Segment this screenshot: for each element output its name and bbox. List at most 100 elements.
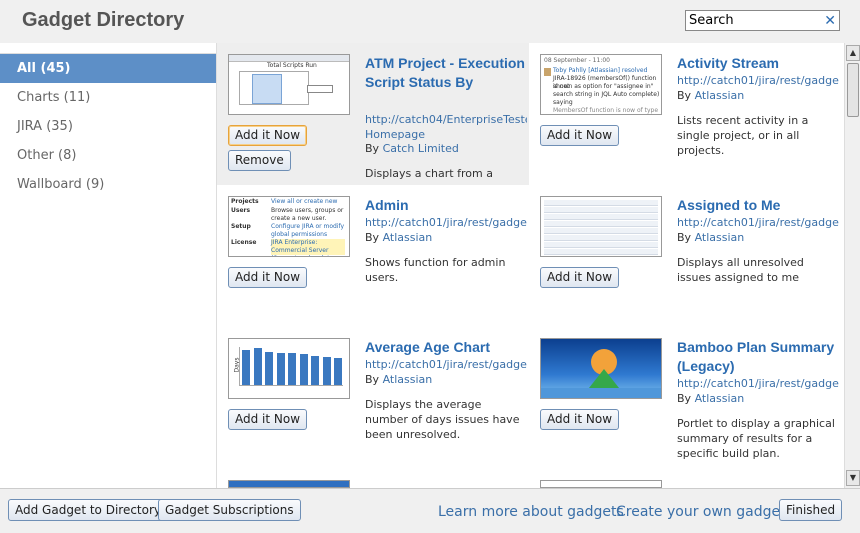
gadget-thumbnail: Days bbox=[228, 338, 350, 399]
gadget-thumbnail-partial bbox=[228, 480, 350, 488]
thumb-titlebar bbox=[229, 55, 349, 62]
thumb-bar bbox=[265, 351, 274, 385]
scrollbar-thumb[interactable] bbox=[847, 63, 859, 117]
add-it-now-button[interactable]: Add it Now bbox=[228, 125, 308, 146]
gadget-author-link[interactable]: Atlassian bbox=[695, 89, 745, 102]
gadget-item-admin: Projects View all or create new Users Brow… bbox=[217, 185, 529, 327]
thumb-bar bbox=[334, 358, 343, 385]
thumb-row bbox=[544, 200, 658, 206]
gadget-name[interactable]: Admin bbox=[365, 196, 525, 215]
thumb-row bbox=[544, 221, 658, 227]
thumb-row: Users Browse users, groups or create a ne… bbox=[231, 207, 347, 223]
add-it-now-button[interactable]: Add it Now bbox=[540, 267, 620, 288]
dialog-header: Gadget Directory ✕ bbox=[0, 0, 860, 43]
thumb-chart-bar bbox=[252, 74, 282, 104]
category-all[interactable]: All (45) bbox=[0, 54, 216, 83]
thumb-date: 08 September - 11:00 bbox=[544, 57, 610, 64]
category-wallboard[interactable]: Wallboard (9) bbox=[0, 170, 216, 199]
category-sidebar: All (45) Charts (11) JIRA (35) Other (8)… bbox=[0, 53, 216, 488]
gadget-description: Portlet to display a graphical summary o… bbox=[677, 417, 835, 460]
thumb-line: MembersOf function is now of type bbox=[553, 107, 659, 114]
gadget-name[interactable]: Activity Stream bbox=[677, 54, 837, 73]
gadget-author-prefix: By bbox=[677, 231, 692, 244]
gadget-url[interactable]: http://catch01/jira/rest/gadgets/1. bbox=[365, 215, 527, 230]
create-own-gadget-link[interactable]: Create your own gadget bbox=[616, 503, 786, 521]
gadget-author-prefix: By bbox=[677, 89, 692, 102]
thumb-key: Setup bbox=[231, 223, 251, 230]
gadget-description: Displays the average number of days issu… bbox=[365, 398, 520, 441]
gadget-author-prefix: By bbox=[365, 373, 380, 386]
thumb-bar bbox=[288, 353, 297, 385]
gadget-name[interactable]: ATM Project - Execution Script Status By bbox=[365, 54, 525, 92]
search-box[interactable]: ✕ bbox=[685, 10, 840, 31]
thumb-value: Configure JIRA or modify global permissi… bbox=[271, 223, 345, 238]
add-it-now-button[interactable]: Add it Now bbox=[228, 267, 308, 288]
gadget-author-link[interactable]: Atlassian bbox=[695, 392, 745, 405]
thumb-ground bbox=[541, 388, 661, 398]
gadget-url[interactable]: http://catch01/jira/rest/gadgets/1. bbox=[677, 73, 839, 88]
thumb-bar bbox=[299, 354, 308, 385]
gadget-url[interactable]: http://catch01/jira/rest/gadgets/1. bbox=[365, 357, 527, 372]
thumb-admin-table: Projects View all or create new Users Brow… bbox=[231, 198, 347, 256]
gadget-list: Total Scripts Run ATM Project - Executio… bbox=[216, 43, 844, 488]
gadget-author-prefix: By bbox=[677, 392, 692, 405]
gadget-name[interactable]: Assigned to Me bbox=[677, 196, 837, 215]
avatar bbox=[544, 68, 551, 76]
gadget-thumbnail: 08 September - 11:00 Toby Pahlly [Atlass… bbox=[540, 54, 662, 115]
gadget-url-cont[interactable]: Homepage bbox=[365, 127, 527, 142]
gadget-name[interactable]: Bamboo Plan Summary (Legacy) bbox=[677, 338, 837, 376]
gadget-author: By Atlassian bbox=[677, 88, 744, 103]
thumb-row: License JIRA Enterprise: Commercial Serve… bbox=[231, 239, 347, 256]
finished-button[interactable]: Finished bbox=[779, 499, 843, 521]
add-it-now-button[interactable]: Add it Now bbox=[228, 409, 308, 430]
search-input[interactable] bbox=[689, 12, 821, 29]
gadget-author-prefix: By bbox=[365, 231, 380, 244]
thumb-bar bbox=[276, 353, 285, 385]
gadget-thumbnail: Projects View all or create new Users Brow… bbox=[228, 196, 350, 257]
thumb-line: search string in JQL Auto complete) bbox=[553, 91, 660, 98]
thumb-line: saying bbox=[553, 99, 573, 106]
vertical-scrollbar[interactable]: ▲ ▼ bbox=[844, 43, 860, 488]
gadget-author: By Atlassian bbox=[677, 230, 744, 245]
learn-more-link[interactable]: Learn more about gadgets bbox=[438, 503, 624, 521]
add-it-now-button[interactable]: Add it Now bbox=[540, 409, 620, 430]
gadget-author-link[interactable]: Atlassian bbox=[383, 373, 433, 386]
thumb-key: Users bbox=[231, 207, 251, 214]
gadget-item-atm-project: Total Scripts Run ATM Project - Executio… bbox=[217, 43, 529, 185]
thumb-row bbox=[544, 228, 658, 234]
add-it-now-button[interactable]: Add it Now bbox=[540, 125, 620, 146]
gadget-url[interactable]: http://catch01/jira/rest/gadgets/1. bbox=[677, 215, 839, 230]
gadget-author-link[interactable]: Atlassian bbox=[383, 231, 433, 244]
gadget-author: By Catch Limited bbox=[365, 141, 459, 156]
gadget-thumbnail: Total Scripts Run bbox=[228, 54, 350, 115]
thumb-bar bbox=[311, 355, 320, 385]
remove-button[interactable]: Remove bbox=[228, 150, 291, 171]
gadget-name[interactable]: Average Age Chart bbox=[365, 338, 525, 357]
add-gadget-to-directory-button[interactable]: Add Gadget to Directory bbox=[8, 499, 169, 521]
thumb-line: shown as option for "assignee in" bbox=[553, 83, 654, 90]
gadget-url[interactable]: http://catch04/EnterpriseTester/G bbox=[365, 112, 527, 127]
category-charts[interactable]: Charts (11) bbox=[0, 83, 216, 112]
gadget-description: Shows function for admin users. bbox=[365, 256, 506, 284]
gadget-author-link[interactable]: Atlassian bbox=[695, 231, 745, 244]
thumb-row: Projects View all or create new bbox=[231, 198, 347, 207]
gadget-subscriptions-button[interactable]: Gadget Subscriptions bbox=[158, 499, 301, 521]
thumb-value: Browse users, groups or create a new use… bbox=[271, 207, 344, 222]
gadget-description: Displays a chart from a report in bbox=[365, 167, 493, 180]
gadget-url[interactable]: http://catch01/jira/rest/gadget/1.0 bbox=[677, 376, 839, 391]
thumb-row bbox=[544, 207, 658, 213]
clear-search-icon[interactable]: ✕ bbox=[824, 12, 836, 30]
thumb-title: Total Scripts Run bbox=[267, 62, 317, 69]
scroll-up-arrow-icon[interactable]: ▲ bbox=[846, 45, 860, 61]
thumb-row bbox=[544, 242, 658, 248]
thumb-bar bbox=[253, 348, 262, 385]
thumb-bar bbox=[242, 350, 250, 385]
gadget-author-link[interactable]: Catch Limited bbox=[383, 142, 459, 155]
dialog-footer: Add Gadget to Directory Gadget Subscript… bbox=[0, 488, 860, 533]
scroll-down-arrow-icon[interactable]: ▼ bbox=[846, 470, 860, 486]
thumb-value: JIRA Enterprise: Commercial Server (Supp… bbox=[271, 239, 345, 256]
category-other[interactable]: Other (8) bbox=[0, 141, 216, 170]
category-jira[interactable]: JIRA (35) bbox=[0, 112, 216, 141]
thumb-line: Toby Pahlly [Atlassian] resolved bbox=[553, 67, 648, 74]
gadget-description: Lists recent activity in a single projec… bbox=[677, 114, 809, 157]
